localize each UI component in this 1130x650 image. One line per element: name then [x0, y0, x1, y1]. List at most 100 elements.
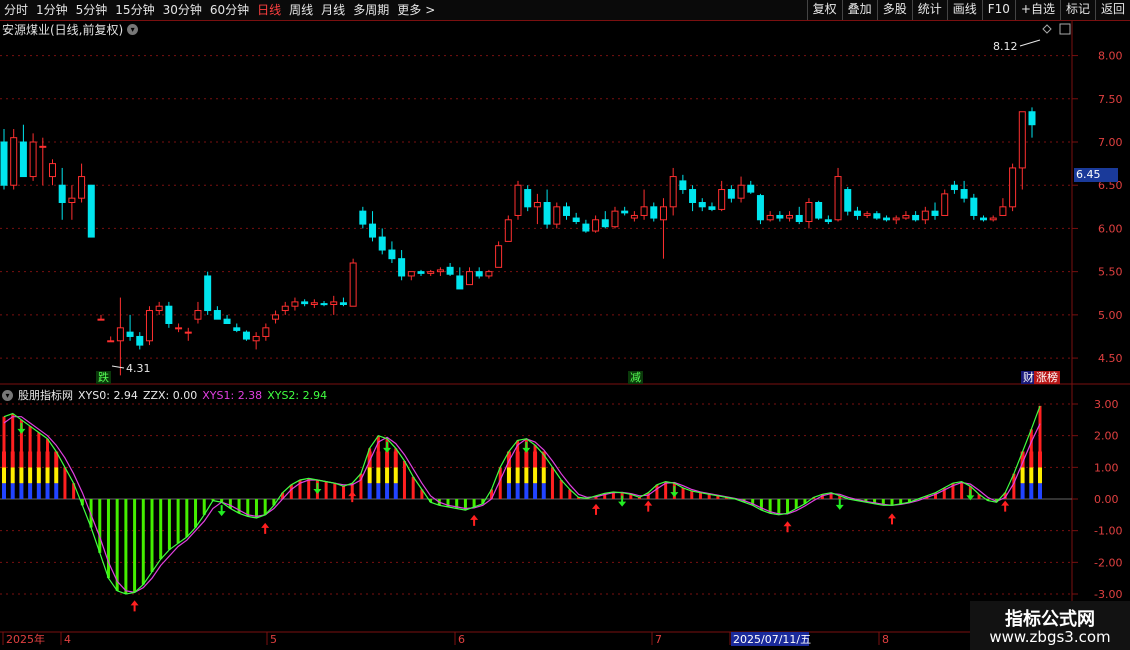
candle-body[interactable] [902, 214, 910, 219]
candle-body[interactable] [912, 214, 920, 221]
candle-body[interactable] [175, 327, 183, 330]
candle-body[interactable] [301, 301, 309, 305]
candle-body[interactable] [165, 305, 173, 325]
candle-body[interactable] [339, 302, 347, 305]
candle-body[interactable] [737, 184, 745, 199]
candle-body[interactable] [213, 310, 221, 320]
candle-body[interactable] [834, 176, 842, 221]
candle-body[interactable] [320, 303, 328, 306]
candle-body[interactable] [1028, 111, 1036, 126]
candle-body[interactable] [204, 275, 212, 312]
layout-toggle-icon[interactable] [1059, 23, 1071, 35]
candle-body[interactable] [776, 214, 784, 219]
candle-body[interactable] [107, 340, 115, 343]
candle-body[interactable] [369, 223, 377, 238]
candle-body[interactable] [630, 214, 638, 219]
candle-body[interactable] [921, 210, 929, 221]
candle-body[interactable] [407, 271, 415, 277]
candle-body[interactable] [19, 141, 27, 178]
candle-body[interactable] [786, 214, 794, 219]
candle-body[interactable] [844, 189, 852, 212]
candle-body[interactable] [475, 271, 483, 277]
candle-body[interactable] [698, 202, 706, 208]
candle-body[interactable] [68, 197, 76, 204]
candle-body[interactable] [514, 184, 522, 216]
candle-body[interactable] [145, 310, 153, 342]
candle-body[interactable] [815, 202, 823, 219]
candle-body[interactable] [601, 219, 609, 228]
candle-body[interactable] [533, 202, 541, 208]
candle-body[interactable] [941, 193, 949, 216]
candle-body[interactable] [39, 145, 47, 148]
candle-body[interactable] [87, 184, 95, 238]
candle-body[interactable] [611, 210, 619, 228]
candle-body[interactable] [155, 305, 163, 312]
candle-body[interactable] [795, 214, 803, 223]
candle-body[interactable] [242, 331, 250, 340]
candle-body[interactable] [883, 217, 891, 221]
candle-body[interactable] [970, 197, 978, 216]
candle-body[interactable] [805, 202, 813, 223]
candle-body[interactable] [97, 318, 105, 321]
candle-body[interactable] [504, 219, 512, 242]
candle-body[interactable] [524, 189, 532, 208]
candle-body[interactable] [330, 301, 338, 305]
candle-body[interactable] [126, 331, 134, 337]
candle-body[interactable] [495, 245, 503, 268]
candle-body[interactable] [466, 271, 474, 286]
candle-body[interactable] [708, 206, 716, 210]
candle-body[interactable] [436, 269, 444, 273]
candle-body[interactable] [931, 210, 939, 216]
candle-body[interactable] [727, 189, 735, 199]
signal-die[interactable]: 跌 [96, 371, 111, 384]
candle-body[interactable] [0, 141, 8, 186]
candle-body[interactable] [349, 262, 357, 307]
candle-body[interactable] [873, 213, 881, 219]
signal-zhangbang[interactable]: 涨榜 [1034, 371, 1060, 384]
candle-body[interactable] [48, 163, 56, 178]
candle-body[interactable] [950, 184, 958, 191]
candle-body[interactable] [233, 327, 241, 331]
candle-body[interactable] [359, 210, 367, 225]
candle-body[interactable] [194, 310, 202, 320]
candle-body[interactable] [621, 210, 629, 214]
candle-body[interactable] [747, 184, 755, 193]
candle-body[interactable] [446, 266, 454, 275]
candle-body[interactable] [980, 217, 988, 221]
candle-body[interactable] [427, 271, 435, 274]
candle-body[interactable] [960, 189, 968, 199]
candle-body[interactable] [223, 318, 231, 324]
candle-body[interactable] [669, 176, 677, 208]
candle-body[interactable] [58, 184, 66, 203]
candle-body[interactable] [378, 236, 386, 251]
candle-body[interactable] [572, 217, 580, 223]
chevron-down-icon[interactable]: ▾ [2, 389, 13, 401]
candle-body[interactable] [766, 214, 774, 221]
candle-body[interactable] [485, 271, 493, 277]
candle-body[interactable] [272, 314, 280, 320]
candle-body[interactable] [116, 327, 124, 342]
candle-body[interactable] [252, 335, 260, 342]
candle-body[interactable] [310, 302, 318, 305]
candle-body[interactable] [10, 137, 18, 186]
candle-body[interactable] [689, 189, 697, 204]
candle-body[interactable] [592, 219, 600, 232]
candle-body[interactable] [1009, 167, 1017, 208]
candle-body[interactable] [388, 249, 396, 260]
candle-body[interactable] [679, 180, 687, 191]
candle-body[interactable] [756, 195, 764, 221]
candle-body[interactable] [999, 206, 1007, 216]
candle-body[interactable] [291, 301, 299, 307]
candle-body[interactable] [718, 189, 726, 210]
candle-body[interactable] [417, 271, 425, 274]
candle-body[interactable] [989, 217, 997, 221]
chart-canvas[interactable]: 8.007.507.006.506.005.505.004.50 3.002.0… [0, 0, 1130, 650]
candle-body[interactable] [78, 176, 86, 199]
diamond-icon[interactable] [1042, 24, 1052, 34]
candle-body[interactable] [863, 213, 871, 216]
candle-body[interactable] [824, 219, 832, 223]
candle-body[interactable] [562, 206, 570, 216]
candle-body[interactable] [853, 210, 861, 216]
candle-body[interactable] [640, 206, 648, 216]
candle-body[interactable] [582, 223, 590, 232]
